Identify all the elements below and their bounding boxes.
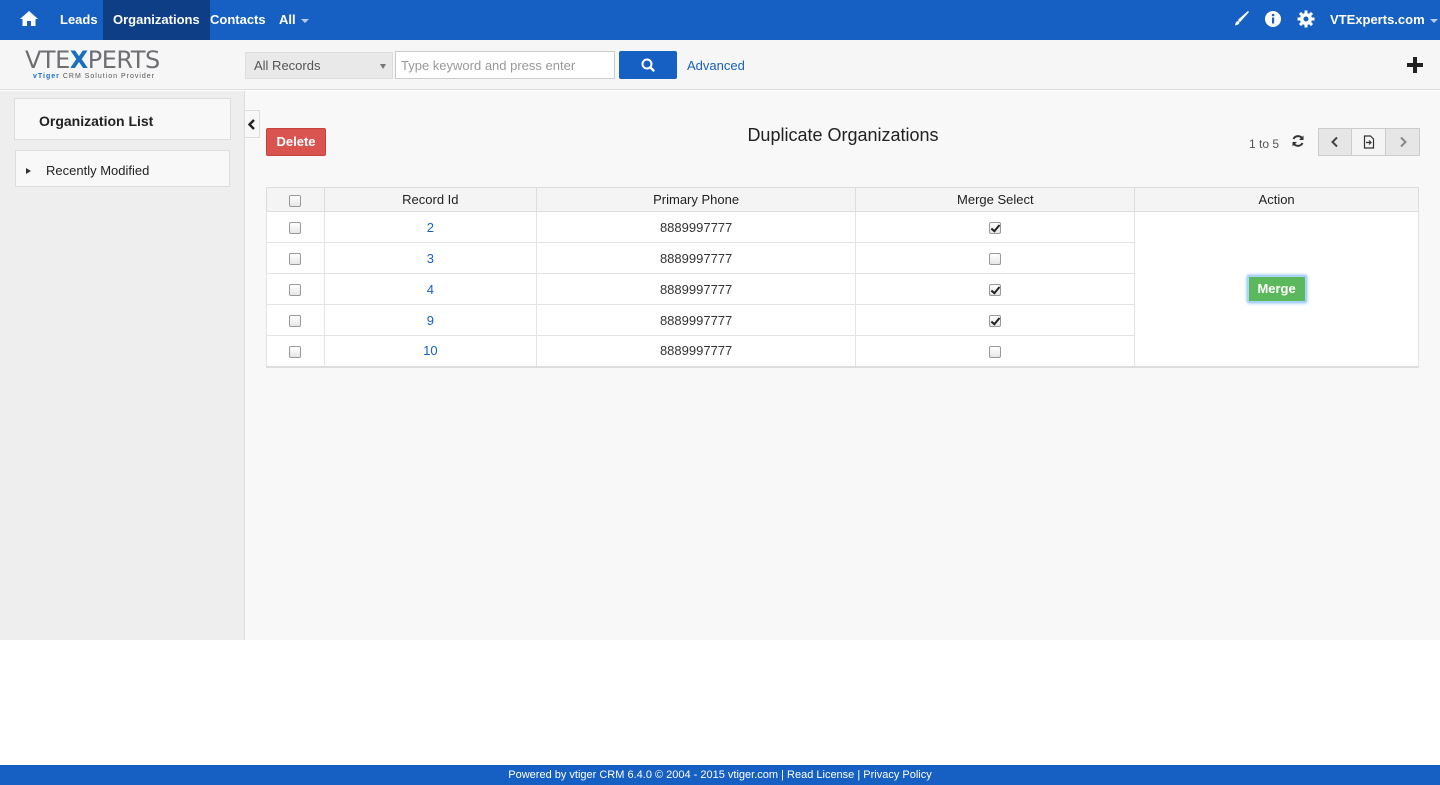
record-id-link[interactable]: 10: [323, 335, 537, 368]
action-cell: Merge: [1134, 211, 1419, 368]
chevron-left-icon: [1331, 136, 1338, 148]
page-title: Duplicate Organizations: [747, 125, 939, 145]
row-select-checkbox[interactable]: [289, 315, 302, 328]
column-header-merge-select: Merge Select: [855, 187, 1136, 212]
merge-select-checkbox[interactable]: [989, 253, 1002, 266]
advanced-search-link[interactable]: Advanced: [687, 58, 745, 73]
vtexperts-logo[interactable]: VTEXPERTS vTiger CRM Solution Provider: [25, 48, 180, 84]
logo-text-left: VTE: [25, 46, 70, 74]
caret-right-icon: [26, 167, 31, 174]
nav-organizations[interactable]: Organizations: [103, 0, 210, 40]
home-icon[interactable]: [18, 9, 40, 29]
footer: Powered by vtiger CRM 6.4.0 © 2004 - 201…: [0, 765, 1440, 785]
record-filter-value: All Records: [254, 58, 321, 73]
page-range: 1 to 5: [1249, 137, 1280, 151]
gear-icon[interactable]: [1297, 10, 1315, 28]
record-id-link[interactable]: 3: [323, 242, 537, 274]
logo-text-x: X: [69, 46, 89, 74]
logo-tag-rest: CRM Solution Provider: [59, 73, 156, 80]
row-select-checkbox[interactable]: [289, 284, 302, 297]
merge-select-checkbox[interactable]: [989, 222, 1002, 235]
paintbrush-icon[interactable]: [1232, 10, 1250, 28]
primary-phone: 8889997777: [535, 304, 857, 336]
primary-phone: 8889997777: [535, 335, 857, 368]
chevron-down-icon: [300, 18, 309, 23]
duplicates-table: Record Id Primary Phone Merge Select Act…: [266, 187, 1419, 368]
row-select-checkbox[interactable]: [289, 253, 302, 266]
select-all-cell: [266, 187, 325, 212]
delete-button[interactable]: Delete: [266, 128, 326, 156]
logo-tag-brand: vTiger: [33, 73, 60, 80]
record-id-link[interactable]: 2: [323, 211, 537, 243]
file-jump-icon: [1363, 135, 1374, 149]
sidebar-item-recently-modified[interactable]: Recently Modified: [15, 150, 230, 187]
column-header-action: Action: [1134, 187, 1419, 212]
primary-phone: 8889997777: [535, 242, 857, 274]
pagination-controls: [1318, 128, 1420, 156]
logo-text-right: PERTS: [87, 46, 160, 74]
page-jump-button[interactable]: [1352, 128, 1386, 156]
select-all-checkbox[interactable]: [289, 194, 302, 207]
merge-select-checkbox[interactable]: [989, 345, 1002, 358]
nav-all-menu[interactable]: All: [269, 0, 319, 40]
row-select-checkbox[interactable]: [289, 222, 302, 235]
nav-contacts[interactable]: Contacts: [200, 0, 276, 40]
user-menu[interactable]: VTExperts.com: [1330, 0, 1438, 40]
search-button[interactable]: [619, 51, 677, 79]
info-icon[interactable]: [1264, 10, 1282, 28]
footer-text: Powered by vtiger CRM 6.4.0 © 2004 - 201…: [508, 769, 932, 781]
table-header-row: Record Id Primary Phone Merge Select Act…: [266, 187, 1419, 212]
merge-button[interactable]: Merge: [1246, 274, 1307, 303]
record-filter-select[interactable]: All Records: [245, 52, 393, 79]
previous-page-button[interactable]: [1318, 128, 1352, 156]
merge-select-checkbox[interactable]: [989, 315, 1002, 328]
sidebar: Organization List Recently Modified: [0, 91, 245, 640]
record-id-link[interactable]: 4: [323, 273, 537, 305]
chevron-left-icon: [247, 119, 255, 130]
row-select-checkbox[interactable]: [289, 345, 302, 358]
search-toolbar: VTEXPERTS vTiger CRM Solution Provider A…: [0, 40, 1440, 90]
top-navbar: Leads Organizations Contacts All VTExper…: [0, 0, 1440, 40]
dropdown-arrow-icon: [380, 64, 386, 69]
next-page-button[interactable]: [1386, 128, 1420, 156]
user-name: VTExperts.com: [1330, 12, 1425, 27]
search-icon: [641, 58, 655, 72]
nav-leads[interactable]: Leads: [50, 0, 108, 40]
table-row: 2 8889997777 Merge: [266, 211, 1419, 368]
refresh-icon[interactable]: [1291, 134, 1305, 148]
sidebar-collapse-toggle[interactable]: [245, 110, 260, 138]
merge-select-checkbox[interactable]: [989, 284, 1002, 297]
search-input[interactable]: [395, 51, 615, 79]
nav-all-label: All: [279, 12, 296, 27]
chevron-down-icon: [1429, 18, 1438, 23]
sidebar-title: Organization List: [14, 98, 231, 140]
primary-phone: 8889997777: [535, 273, 857, 305]
record-id-link[interactable]: 9: [323, 304, 537, 336]
primary-phone: 8889997777: [535, 211, 857, 243]
sidebar-item-label: Recently Modified: [46, 163, 150, 178]
plus-icon[interactable]: [1406, 56, 1424, 74]
column-header-record-id: Record Id: [323, 187, 537, 212]
chevron-right-icon: [1399, 136, 1407, 148]
column-header-primary-phone: Primary Phone: [535, 187, 857, 212]
